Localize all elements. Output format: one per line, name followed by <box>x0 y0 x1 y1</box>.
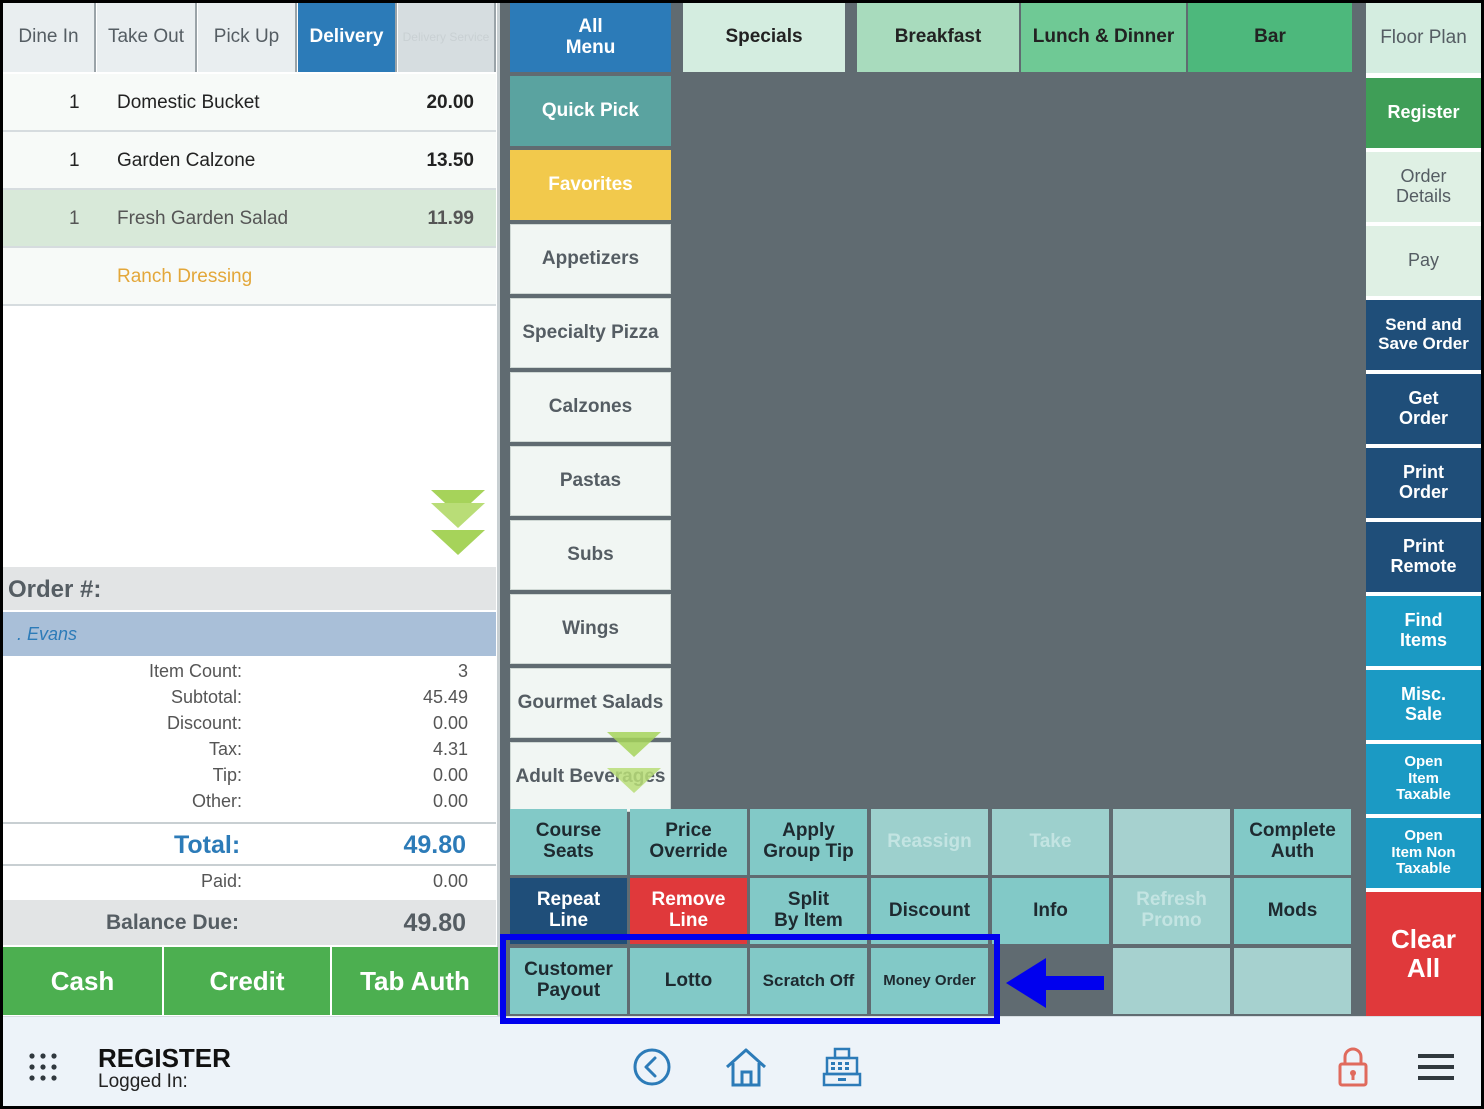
get-order-button[interactable]: Get Order <box>1366 374 1481 444</box>
apps-grid-icon[interactable] <box>28 1052 58 1082</box>
category-specialty-pizza[interactable]: Specialty Pizza <box>510 298 671 368</box>
paid-value: 0.00 <box>432 871 468 891</box>
total-row: Total: 49.80 <box>3 822 496 866</box>
summary-label: Tip: <box>212 765 242 785</box>
print-order-button[interactable]: Print Order <box>1366 448 1481 518</box>
line-name: Fresh Garden Salad <box>117 208 289 229</box>
price-override-button[interactable]: Price Override <box>630 809 747 875</box>
line-qty: 1 <box>69 92 80 113</box>
home-icon[interactable] <box>724 1046 768 1088</box>
line-price: 20.00 <box>426 92 474 113</box>
category-pastas[interactable]: Pastas <box>510 446 671 516</box>
open-item-non-taxable-button[interactable]: Open Item Non Taxable <box>1366 818 1481 888</box>
empty-slot <box>1113 948 1230 1014</box>
total-label: Total: <box>174 831 241 859</box>
credit-button[interactable]: Credit <box>164 947 330 1015</box>
empty-slot <box>1113 809 1230 875</box>
empty-slot <box>1234 948 1351 1014</box>
tab-dine-in[interactable]: Dine In <box>3 3 96 72</box>
order-line-modifier[interactable]: Ranch Dressing <box>3 248 496 306</box>
summary-label: Discount: <box>166 713 242 733</box>
summary-label: Other: <box>191 791 242 811</box>
order-line[interactable]: 1 Domestic Bucket 20.00 <box>3 74 496 132</box>
summary-label: Item Count: <box>148 661 242 681</box>
balance-value: 49.80 <box>403 909 466 937</box>
take-button[interactable]: Take <box>992 809 1109 875</box>
summary-value: 0.00 <box>432 765 468 785</box>
line-name: Garden Calzone <box>117 150 256 171</box>
order-details-button[interactable]: Order Details <box>1366 152 1481 222</box>
category-favorites[interactable]: Favorites <box>510 150 671 220</box>
balance-label: Balance Due: <box>106 911 240 934</box>
order-number-label: Order #: <box>8 576 102 603</box>
tab-auth-button[interactable]: Tab Auth <box>332 947 498 1015</box>
balance-row: Balance Due: 49.80 <box>3 900 496 945</box>
register-button[interactable]: Register <box>1366 78 1481 148</box>
mods-button[interactable]: Mods <box>1234 878 1351 944</box>
cash-register-icon[interactable] <box>821 1046 863 1088</box>
back-icon[interactable] <box>632 1047 672 1087</box>
summary-value: 45.49 <box>422 687 468 707</box>
line-qty: 1 <box>69 208 80 229</box>
hamburger-menu-icon[interactable] <box>1418 1052 1454 1082</box>
summary-label: Subtotal: <box>170 687 242 707</box>
customer-bar[interactable]: . Evans <box>3 612 496 656</box>
send-save-order-button[interactable]: Send and Save Order <box>1366 300 1481 370</box>
cash-button[interactable]: Cash <box>3 947 162 1015</box>
line-price: 13.50 <box>426 150 474 171</box>
customer-name: . Evans <box>17 624 78 644</box>
category-subs[interactable]: Subs <box>510 520 671 590</box>
modifier-name: Ranch Dressing <box>117 266 253 287</box>
category-gourmet-salads[interactable]: Gourmet Salads <box>510 668 671 738</box>
category-wings[interactable]: Wings <box>510 594 671 664</box>
line-qty: 1 <box>69 150 80 171</box>
highlight-box <box>500 934 1000 1024</box>
summary-value: 4.31 <box>432 739 468 759</box>
scroll-down-icon[interactable] <box>431 490 485 558</box>
category-calzones[interactable]: Calzones <box>510 372 671 442</box>
category-appetizers[interactable]: Appetizers <box>510 224 671 294</box>
find-items-button[interactable]: Find Items <box>1366 596 1481 666</box>
line-price: 11.99 <box>427 208 475 229</box>
tab-delivery-service: Delivery Service <box>398 3 496 72</box>
pay-button[interactable]: Pay <box>1366 226 1481 296</box>
line-name: Domestic Bucket <box>117 92 260 113</box>
lock-icon[interactable] <box>1337 1046 1369 1088</box>
order-line-selected[interactable]: 1 Fresh Garden Salad 11.99 <box>3 190 496 248</box>
order-number: Order #: <box>3 567 496 610</box>
misc-sale-button[interactable]: Misc. Sale <box>1366 670 1481 740</box>
tab-pick-up[interactable]: Pick Up <box>198 3 297 72</box>
summary-value: 0.00 <box>432 791 468 811</box>
tab-delivery[interactable]: Delivery <box>298 3 397 72</box>
floor-plan-button[interactable]: Floor Plan <box>1366 3 1481 73</box>
category-scroll-down-icon[interactable] <box>607 732 661 796</box>
pointer-arrow-icon <box>1006 958 1104 1008</box>
summary-value: 0.00 <box>432 713 468 733</box>
clear-all-button[interactable]: Clear All <box>1366 892 1481 1016</box>
summary-label: Tax: <box>208 739 242 759</box>
tab-all-menu[interactable]: All Menu <box>510 3 671 72</box>
paid-label: Paid: <box>200 871 242 891</box>
tab-breakfast[interactable]: Breakfast <box>857 3 1019 72</box>
tab-take-out[interactable]: Take Out <box>97 3 197 72</box>
tab-lunch-dinner[interactable]: Lunch & Dinner <box>1021 3 1186 72</box>
course-seats-button[interactable]: Course Seats <box>510 809 627 875</box>
order-line[interactable]: 1 Garden Calzone 13.50 <box>3 132 496 190</box>
footer-title: REGISTER <box>98 1043 231 1073</box>
apply-group-tip-button[interactable]: Apply Group Tip <box>750 809 867 875</box>
reassign-button[interactable]: Reassign <box>871 809 988 875</box>
category-quick-pick[interactable]: Quick Pick <box>510 76 671 146</box>
summary-value: 3 <box>457 661 468 681</box>
print-remote-button[interactable]: Print Remote <box>1366 522 1481 592</box>
tab-bar[interactable]: Bar <box>1188 3 1352 72</box>
complete-auth-button[interactable]: Complete Auth <box>1234 809 1351 875</box>
open-item-taxable-button[interactable]: Open Item Taxable <box>1366 744 1481 814</box>
footer-subtitle: Logged In: <box>98 1071 188 1092</box>
refresh-promo-button[interactable]: Refresh Promo <box>1113 878 1230 944</box>
total-value: 49.80 <box>403 831 466 859</box>
tab-specials[interactable]: Specials <box>683 3 845 72</box>
info-button[interactable]: Info <box>992 878 1109 944</box>
